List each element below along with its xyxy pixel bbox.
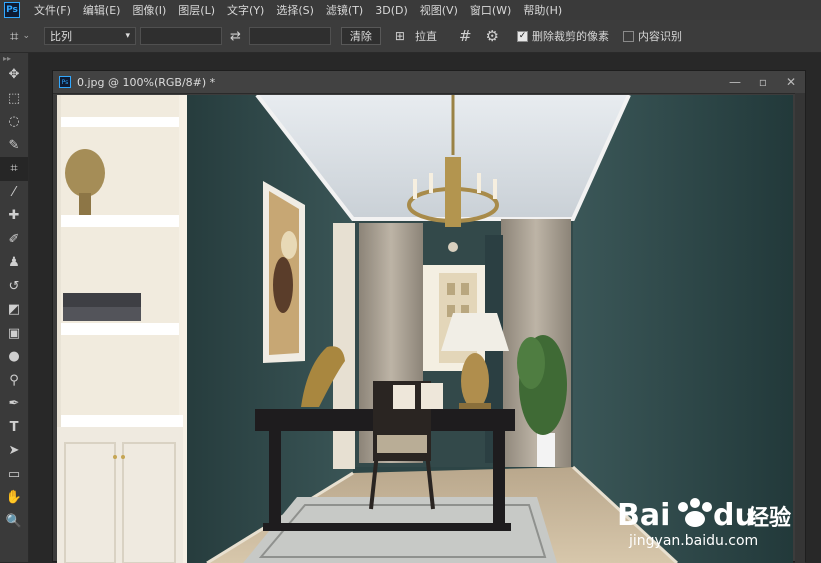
tools-panel: ▸▸ ✥ ⬚ ◌ ✎ ⌗ ⁄ ✚ ✐ ♟ ↺ ◩ ▣ ● ⚲ ✒ T ➤ ▭ ✋… — [0, 53, 29, 562]
marquee-tool-icon[interactable]: ⬚ — [0, 87, 28, 111]
hand-tool-icon[interactable]: ✋ — [0, 486, 28, 510]
gradient-tool-icon[interactable]: ▣ — [0, 322, 28, 346]
options-bar: ⌗ ⌄ 比列 ▾ ⇄ 清除 ⊞ 拉直 # ⚙ ✓ 删除裁剪的像素 内容识别 — [0, 20, 821, 53]
menu-filter[interactable]: 滤镜(T) — [320, 2, 369, 18]
straighten-icon[interactable]: ⊞ — [395, 29, 405, 43]
path-select-tool-icon[interactable]: ➤ — [0, 439, 28, 463]
content-aware-label: 内容识别 — [638, 30, 682, 43]
menu-edit[interactable]: 编辑(E) — [77, 2, 127, 18]
type-tool-icon[interactable]: T — [0, 416, 28, 440]
chevron-down-icon[interactable]: ⌄ — [22, 31, 30, 41]
rectangle-tool-icon[interactable]: ▭ — [0, 463, 28, 487]
pen-tool-icon[interactable]: ✒ — [0, 392, 28, 416]
menu-layer[interactable]: 图层(L) — [172, 2, 221, 18]
watermark-product: 经验 — [747, 505, 791, 531]
eyedropper-tool-icon[interactable]: ⁄ — [0, 181, 28, 205]
menu-3d[interactable]: 3D(D) — [369, 4, 414, 17]
history-brush-tool-icon[interactable]: ↺ — [0, 275, 28, 299]
panel-grip-icon[interactable]: ▸▸ — [0, 53, 28, 63]
document-tab[interactable]: Ps 0.jpg @ 100%(RGB/8#) * — ▫ ✕ — [53, 71, 805, 94]
width-input[interactable] — [140, 27, 222, 45]
photoshop-doc-icon: Ps — [59, 76, 71, 88]
gear-icon[interactable]: ⚙ — [486, 27, 499, 45]
straighten-label[interactable]: 拉直 — [415, 28, 437, 44]
height-input[interactable] — [248, 27, 331, 45]
document-window: Ps 0.jpg @ 100%(RGB/8#) * — ▫ ✕ Bai du 经… — [52, 70, 806, 563]
study-room-image: Bai du 经验 jingyan.baidu.com — [57, 95, 793, 563]
delete-pixels-label: 删除裁剪的像素 — [532, 30, 609, 43]
chevron-down-icon: ▾ — [125, 31, 130, 41]
clear-button[interactable]: 清除 — [340, 27, 381, 45]
watermark-brand: Bai — [617, 498, 670, 533]
menu-file[interactable]: 文件(F) — [28, 2, 77, 18]
menu-image[interactable]: 图像(I) — [126, 2, 172, 18]
menu-bar: Ps 文件(F) 编辑(E) 图像(I) 图层(L) 文字(Y) 选择(S) 滤… — [0, 0, 821, 20]
ratio-dropdown[interactable]: 比列 ▾ — [44, 27, 136, 45]
delete-pixels-checkbox[interactable]: ✓ — [517, 30, 528, 42]
healing-brush-tool-icon[interactable]: ✚ — [0, 204, 28, 228]
quick-select-tool-icon[interactable]: ✎ — [0, 134, 28, 158]
canvas[interactable]: Bai du 经验 jingyan.baidu.com — [57, 95, 793, 563]
dodge-tool-icon[interactable]: ⚲ — [0, 369, 28, 393]
crop-tool-icon[interactable]: ⌗ — [10, 27, 18, 45]
menu-view[interactable]: 视图(V) — [414, 2, 464, 18]
watermark-url: jingyan.baidu.com — [628, 533, 758, 549]
close-icon[interactable]: ✕ — [777, 75, 805, 89]
menu-type[interactable]: 文字(Y) — [221, 2, 270, 18]
menu-select[interactable]: 选择(S) — [270, 2, 320, 18]
blur-tool-icon[interactable]: ● — [0, 345, 28, 369]
crop-tool-icon[interactable]: ⌗ — [0, 157, 28, 181]
zoom-tool-icon[interactable]: 🔍 — [0, 510, 28, 534]
lasso-tool-icon[interactable]: ◌ — [0, 110, 28, 134]
menu-window[interactable]: 窗口(W) — [464, 2, 517, 18]
move-tool-icon[interactable]: ✥ — [0, 63, 28, 87]
maximize-icon[interactable]: ▫ — [749, 75, 777, 89]
content-aware-checkbox[interactable] — [623, 30, 634, 42]
document-title: 0.jpg @ 100%(RGB/8#) * — [77, 75, 216, 89]
eraser-tool-icon[interactable]: ◩ — [0, 298, 28, 322]
menu-help[interactable]: 帮助(H) — [517, 2, 568, 18]
ratio-dropdown-label: 比列 — [50, 30, 72, 43]
photoshop-logo-icon: Ps — [4, 2, 20, 18]
grid-overlay-icon[interactable]: # — [459, 27, 472, 45]
stamp-tool-icon[interactable]: ♟ — [0, 251, 28, 275]
swap-icon[interactable]: ⇄ — [230, 29, 241, 44]
minimize-icon[interactable]: — — [721, 75, 749, 89]
brush-tool-icon[interactable]: ✐ — [0, 228, 28, 252]
vertical-scrollbar[interactable] — [795, 93, 805, 563]
